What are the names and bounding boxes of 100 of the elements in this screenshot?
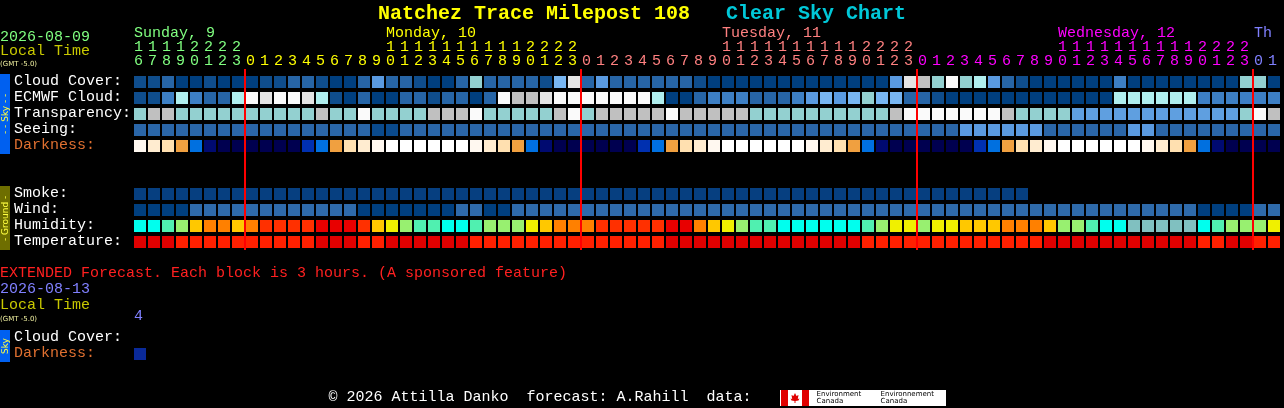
hour-label: 3 [960,55,969,69]
hour-label: 7 [344,55,353,69]
hour-label: 21 [876,41,885,69]
hour-label: 19 [176,41,185,69]
hour-label: 11 [1072,41,1081,69]
day-label: Sunday, 9 [134,27,215,41]
hour-label: 8 [1030,55,1039,69]
hour-label: 18 [498,41,507,69]
date-label: 2026-08-13 [0,282,90,298]
hour-label: 20 [1198,41,1207,69]
chart-title: Natchez Trace Milepost 108 [377,2,690,25]
day-label: Wednesday, 12 [1058,27,1176,41]
hour-label: 3 [288,55,297,69]
copyright-text: © 2026 Attilla Danko [328,390,509,406]
hour-label: 10 [1058,41,1067,69]
hour-label: 23 [568,41,577,69]
row-label: Smoke: [14,186,69,202]
hour-label: 17 [148,41,157,69]
chart-subtitle: Clear Sky Chart [726,2,907,25]
hour-label: 5 [316,55,325,69]
hour-label: 22 [554,41,563,69]
hour-label: 14 [442,41,451,69]
hour-label: 5 [988,55,997,69]
hour-label: 0 [582,55,591,69]
hour-label: 16 [1142,41,1151,69]
day-label: Monday, 10 [386,27,476,41]
hour-label: 1 [1268,55,1277,69]
hour-label: 23 [904,41,913,69]
hour-label: 18 [162,41,171,69]
hour-label: 14 [778,41,787,69]
hour-label: 20 [862,41,871,69]
hour-label: 12 [1086,41,1095,69]
hour-label: 22 [1226,41,1235,69]
hour-label: 10 [722,41,731,69]
hour-label: 4 [302,55,311,69]
hour-label: 11 [736,41,745,69]
credit-text: forecast: A.Rahill [526,390,689,406]
hour-label: 17 [484,41,493,69]
hour-label: 1 [260,55,269,69]
flag-icon [780,390,809,406]
hour-label: 16 [470,41,479,69]
hour-label: 2 [610,55,619,69]
day-label: Tuesday, 11 [722,27,822,41]
hour-label: 9 [708,55,717,69]
hour-label: 13 [1100,41,1109,69]
hour-label: 17 [820,41,829,69]
hour-label: 9 [372,55,381,69]
hour-label: 4 [974,55,983,69]
hour-label: 18 [1170,41,1179,69]
hour-label: 9 [1044,55,1053,69]
hour-label: 20 [190,41,199,69]
hour-label: 15 [456,41,465,69]
day-label: Th [1254,27,1272,41]
row-label: Wind: [14,202,60,218]
hour-label: 16 [134,41,143,69]
row-label: Transparency: [14,106,133,122]
row-label: Humidity: [14,218,96,234]
hour-label: 13 [764,41,773,69]
data-label: data: [706,390,752,406]
hour-label: 19 [848,41,857,69]
row-label: ECMWF Cloud: [14,90,124,106]
row-label: Seeing: [14,122,78,138]
hour-label: 4 [134,310,143,324]
hour-label: 7 [1016,55,1025,69]
hour-label: 0 [1254,55,1263,69]
hour-label: 21 [1212,41,1221,69]
local-time-label: Local Time [0,298,90,314]
hour-label: 1 [932,55,941,69]
hour-label: 6 [330,55,339,69]
hour-label: 1 [596,55,605,69]
hour-label: 19 [512,41,521,69]
hour-label: 15 [792,41,801,69]
hour-label: 13 [428,41,437,69]
hour-label: 21 [204,41,213,69]
hour-label: 23 [1240,41,1249,69]
hour-label: 12 [414,41,423,69]
hour-label: 12 [750,41,759,69]
hour-label: 6 [1002,55,1011,69]
hour-label: 11 [400,41,409,69]
hour-label: 19 [1184,41,1193,69]
hour-label: 0 [246,55,255,69]
hour-label: 2 [946,55,955,69]
hour-label: 18 [834,41,843,69]
hour-label: 20 [526,41,535,69]
hour-label: 16 [806,41,815,69]
row-label: Cloud Cover: [14,330,124,346]
hour-label: 22 [890,41,899,69]
hour-label: 8 [694,55,703,69]
hour-label: 3 [624,55,633,69]
extended-forecast-note: EXTENDED Forecast. Each block is 3 hours. (A sponsored feature) [0,266,568,282]
date-label: 2026-08-09 [0,31,90,45]
hour-label: 0 [918,55,927,69]
local-time-label: Local Time [0,45,90,59]
hour-label: 6 [666,55,675,69]
hour-label: 17 [1156,41,1165,69]
hour-label: 14 [1114,41,1123,69]
row-label: Temperature: [14,234,124,250]
hour-label: 2 [274,55,283,69]
row-label: Darkness: [14,346,96,362]
hour-label: 22 [218,41,227,69]
